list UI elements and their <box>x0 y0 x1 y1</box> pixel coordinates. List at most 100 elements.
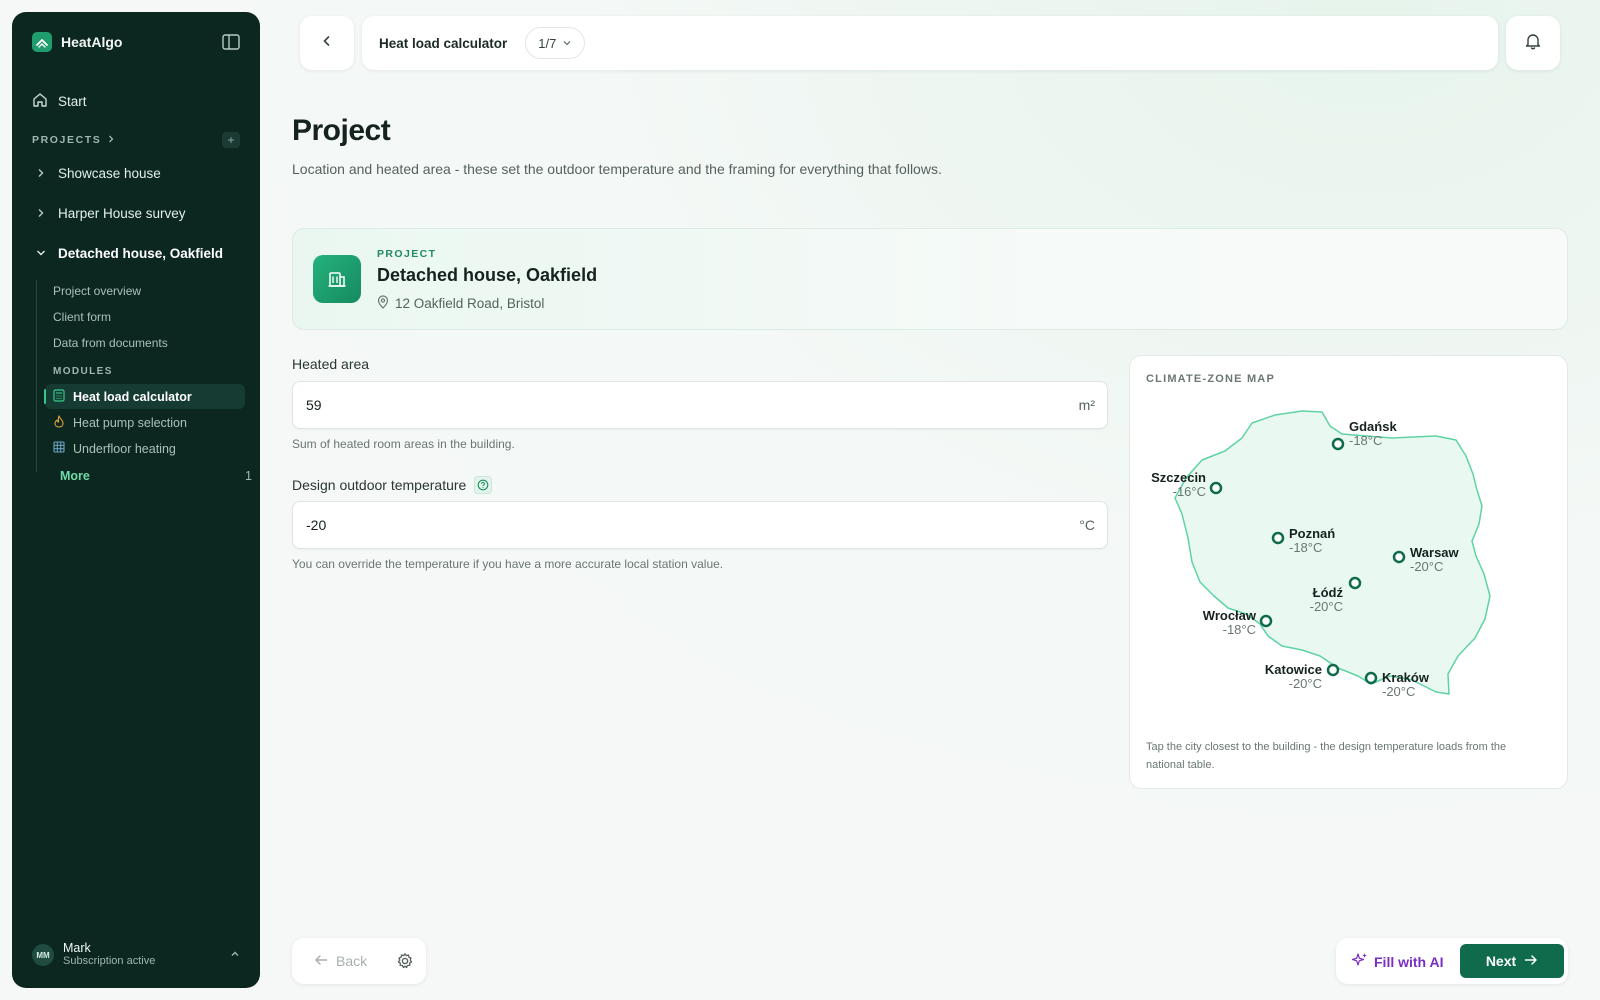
bottom-left-actions: Back <box>292 938 426 984</box>
heated-area-unit: m² <box>1078 397 1095 413</box>
sidebar: HeatAlgo Start PROJECTS + Showcase house… <box>12 12 260 988</box>
project-card-tag: PROJECT <box>377 248 437 260</box>
projects-header: PROJECTS + <box>32 132 240 148</box>
sidebar-project-showcase-house[interactable]: Showcase house <box>36 166 161 181</box>
chevron-right-icon <box>36 166 46 181</box>
city-temp: -20°C <box>1410 559 1443 574</box>
fill-with-ai-button[interactable]: Fill with AI <box>1351 952 1443 971</box>
sidebar-more[interactable]: More 1 <box>60 469 252 483</box>
user-status: Subscription active <box>63 955 156 967</box>
sidebar-item-label: Start <box>58 94 87 109</box>
next-label: Next <box>1485 953 1517 969</box>
step-selector[interactable]: 1/7 <box>525 27 586 59</box>
city-name: Wrocław <box>1203 608 1257 623</box>
building-icon <box>313 255 361 303</box>
user-info: Mark Subscription active <box>63 942 155 968</box>
topbar-back-button[interactable] <box>300 16 354 70</box>
city-temp: -18°C <box>1223 622 1256 637</box>
heated-area-input[interactable] <box>293 382 1107 428</box>
city-temp: -18°C <box>1349 433 1382 448</box>
city-krakow[interactable]: Kraków -20°C <box>1364 670 1430 699</box>
city-temp: -18°C <box>1289 540 1322 555</box>
sparkles-icon <box>1351 952 1368 971</box>
city-name: Gdańsk <box>1349 419 1397 434</box>
project-subtree: Project overview Client form Data from d… <box>36 280 248 472</box>
avatar: MM <box>32 944 54 966</box>
sidebar-module-heat-pump-selection[interactable]: Heat pump selection <box>45 410 245 435</box>
chevron-right-icon <box>36 206 46 221</box>
grid-icon <box>53 441 65 456</box>
projects-link[interactable]: PROJECTS <box>32 134 115 146</box>
arrow-left-icon <box>314 953 328 969</box>
city-name: Warsaw <box>1410 545 1460 560</box>
more-count: 1 <box>245 469 252 483</box>
user-name: Mark <box>63 941 91 955</box>
heatalgo-logo-icon <box>32 32 52 52</box>
sidebar-project-label: Detached house, Oakfield <box>58 246 224 261</box>
heated-area-label-text: Heated area <box>292 356 370 372</box>
chevron-left-icon <box>321 34 333 52</box>
heated-area-label: Heated area <box>292 356 369 372</box>
project-card: PROJECT Detached house, Oakfield 12 Oakf… <box>292 228 1568 330</box>
city-name: Szczecin <box>1151 470 1206 485</box>
sidebar-project-harper-house[interactable]: Harper House survey <box>36 206 186 221</box>
flame-icon <box>53 414 65 431</box>
sidebar-project-label: Harper House survey <box>58 206 186 221</box>
back-button[interactable]: Back <box>292 953 367 969</box>
sidebar-module-label: Heat pump selection <box>73 415 187 430</box>
design-temp-label-text: Design outdoor temperature <box>292 477 467 493</box>
project-card-name: Detached house, Oakfield <box>377 265 598 285</box>
chevron-down-icon <box>36 246 46 261</box>
climate-zone-map: Gdańsk -18°C Szczecin -16°C Poznań -18°C… <box>1151 410 1491 699</box>
project-address-text: 12 Oakfield Road, Bristol <box>395 296 545 311</box>
add-project-button[interactable]: + <box>222 132 240 148</box>
sidebar-module-heat-load-calculator[interactable]: Heat load calculator <box>44 384 245 409</box>
sidebar-project-oakfield[interactable]: Detached house, Oakfield <box>36 246 223 261</box>
city-temp: -20°C <box>1382 684 1415 699</box>
more-label: More <box>60 469 90 483</box>
back-label: Back <box>336 953 368 969</box>
calculator-icon <box>53 388 65 405</box>
city-temp: -20°C <box>1289 676 1322 691</box>
city-katowice[interactable]: Katowice -20°C <box>1265 662 1340 691</box>
brand[interactable]: HeatAlgo <box>32 32 122 52</box>
map-note: Tap the city closest to the building - t… <box>1146 741 1507 771</box>
next-button[interactable]: Next <box>1460 944 1564 978</box>
gear-icon[interactable] <box>396 952 414 970</box>
sidebar-collapse-icon[interactable] <box>222 34 240 50</box>
chevron-up-icon <box>230 946 240 964</box>
city-temp: -16°C <box>1173 484 1206 499</box>
topbar: Heat load calculator 1/7 <box>362 16 1498 70</box>
chevron-down-icon <box>562 36 572 51</box>
chevron-right-icon <box>107 134 115 146</box>
heated-area-field: m² <box>292 381 1108 429</box>
brand-name: HeatAlgo <box>61 34 123 50</box>
city-temp: -20°C <box>1310 599 1343 614</box>
sidebar-link-client-form[interactable]: Client form <box>53 310 111 324</box>
heated-area-help: Sum of heated room areas in the building… <box>292 437 515 451</box>
notifications-button[interactable] <box>1506 16 1560 70</box>
sidebar-module-underfloor-heating[interactable]: Underfloor heating <box>45 436 245 461</box>
sidebar-link-project-overview[interactable]: Project overview <box>53 284 141 298</box>
sidebar-item-start[interactable]: Start <box>32 92 87 111</box>
sidebar-module-label: Underfloor heating <box>73 441 176 456</box>
arrow-right-icon <box>1524 953 1538 969</box>
page-title: Project <box>292 114 391 147</box>
bottom-right-actions: Fill with AI Next <box>1336 938 1568 984</box>
sidebar-project-label: Showcase house <box>58 166 161 181</box>
help-icon[interactable] <box>474 476 493 494</box>
sidebar-module-label: Heat load calculator <box>73 389 192 404</box>
step-value: 1/7 <box>538 35 557 51</box>
user-menu[interactable]: MM Mark Subscription active <box>32 942 240 968</box>
city-name: Katowice <box>1265 662 1322 677</box>
design-temp-input[interactable] <box>293 502 1107 548</box>
design-temp-field: °C <box>292 501 1108 549</box>
sidebar-link-data-from-documents[interactable]: Data from documents <box>53 336 168 350</box>
design-temp-unit: °C <box>1079 517 1095 533</box>
modules-label: MODULES <box>53 366 113 377</box>
topbar-title: Heat load calculator <box>379 35 508 51</box>
city-name: Kraków <box>1382 670 1430 685</box>
projects-label: PROJECTS <box>32 134 102 146</box>
home-icon <box>32 92 48 111</box>
map-pin-icon <box>377 295 389 312</box>
